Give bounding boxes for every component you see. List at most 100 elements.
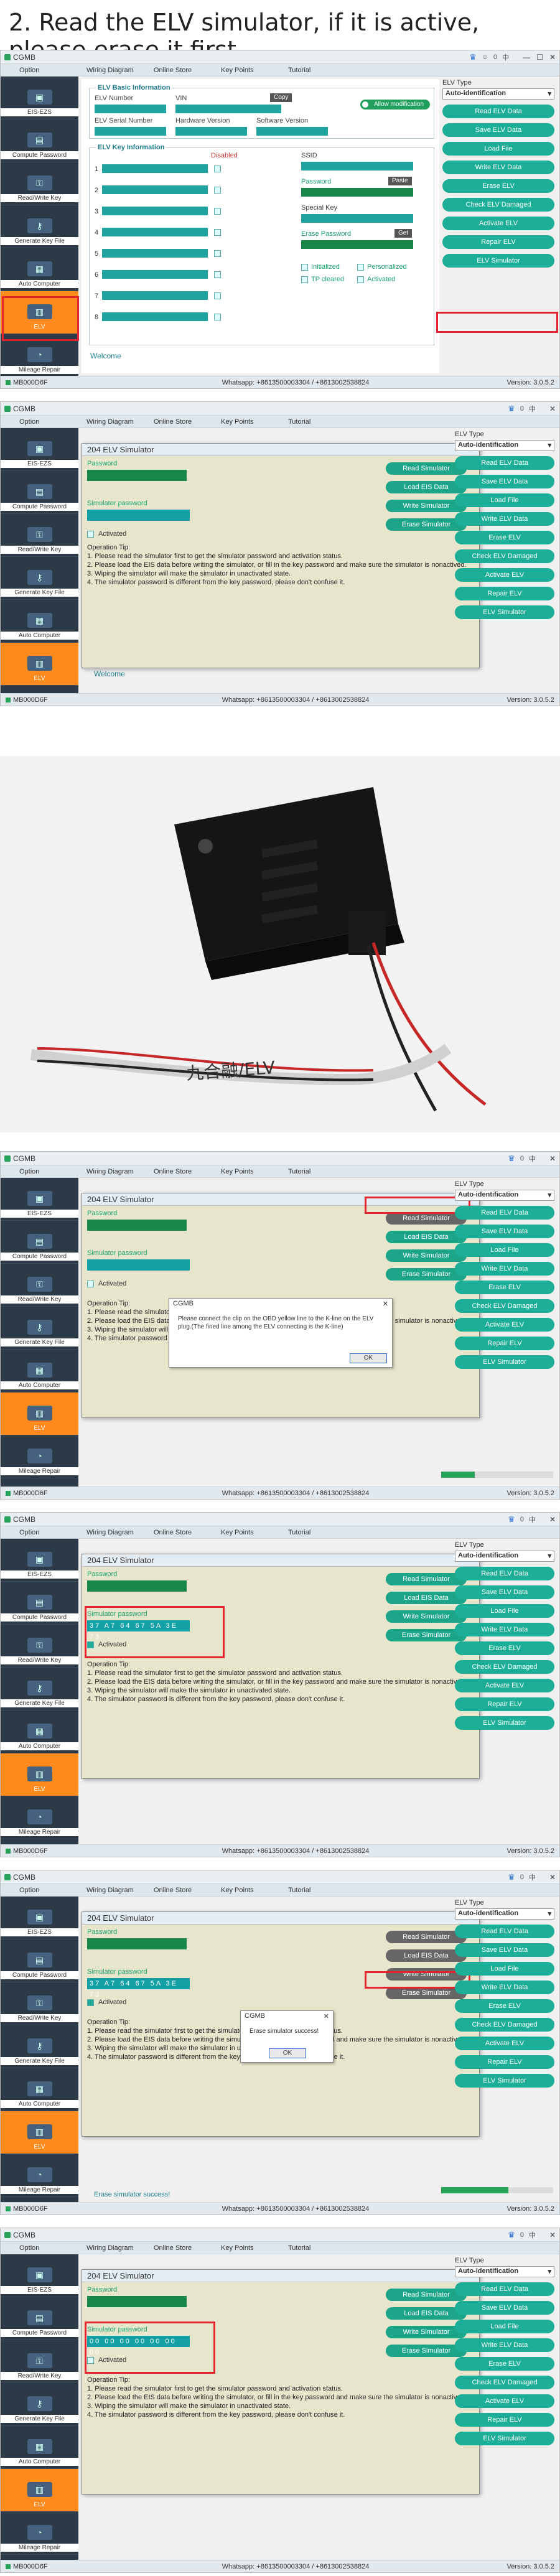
key-row-field[interactable] xyxy=(102,228,208,236)
screenshot-erase-success: CGMB ♛ 0 中 ✕ Option Wiring Diagram Online Stor… xyxy=(0,1870,560,2215)
user-icon[interactable]: ☺ xyxy=(482,54,488,61)
app-title: CGMB xyxy=(13,52,35,62)
special-key-field[interactable] xyxy=(301,214,413,223)
key-row-field[interactable] xyxy=(102,270,208,279)
connect-popup: CGMB ✕ Please connect the clip on the OBD… xyxy=(169,1298,393,1368)
menu-bar: Option Wiring Diagram Online Store Key P… xyxy=(1,64,559,77)
operation-tips: Operation Tip: 1. Please read the simula… xyxy=(87,544,467,586)
sidebar-item-generate-key-file[interactable]: ⚷ Generate Key File xyxy=(1,205,78,248)
close-icon[interactable]: ✕ xyxy=(549,2231,556,2239)
menu-option[interactable]: Option xyxy=(19,67,86,74)
sidebar: ▣ EIS-EZS ▤ Compute Password ⚿ Read/Write K… xyxy=(1,428,78,693)
erase-success-popup: CGMB ✕ Erase simulator success! OK xyxy=(240,2010,334,2063)
crown-icon[interactable]: ♛ xyxy=(469,52,477,62)
paste-button[interactable]: Paste xyxy=(388,177,412,185)
menu-tutorial[interactable]: Tutorial xyxy=(288,67,355,74)
disable-checkbox[interactable] xyxy=(214,250,221,257)
connector xyxy=(348,912,386,955)
dialog-title: 204 ELV Simulator xyxy=(87,445,154,454)
ssid-field[interactable] xyxy=(301,162,413,170)
key-icon: ⚿ xyxy=(27,175,52,190)
ok-button[interactable]: OK xyxy=(350,1353,387,1363)
close-icon[interactable]: ✕ xyxy=(549,1154,556,1163)
counter: 0 xyxy=(493,53,498,61)
close-icon[interactable]: ✕ xyxy=(549,1515,556,1524)
highlight-elv-sidebar xyxy=(2,296,79,341)
status-message: Erase simulator success! xyxy=(94,2191,170,2198)
elv-simulator-button[interactable]: ELV Simulator xyxy=(442,254,554,268)
minimize-icon[interactable]: — xyxy=(523,53,530,62)
activate-elv-button[interactable]: Activate ELV xyxy=(442,217,554,230)
disable-checkbox[interactable] xyxy=(214,166,221,172)
get-button[interactable]: Get xyxy=(394,229,413,238)
app-logo-icon xyxy=(4,54,11,60)
screenshot-simulator-erased: CGMB ♛ 0 中 ✕ Option Wiring Diagram Online Stor… xyxy=(0,2228,560,2573)
close-icon[interactable]: ✕ xyxy=(549,1873,556,1882)
title-bar: CGMB ♛ ☺ 0 中 — ☐ ✕ xyxy=(1,50,559,64)
disable-checkbox[interactable] xyxy=(214,271,221,278)
erase-password-field[interactable] xyxy=(301,240,413,249)
vin-field[interactable] xyxy=(175,105,281,113)
screenshot-simulator-read: CGMB ♛ 0 中 ✕ Option Wiring Diagram Online Stor… xyxy=(0,1512,560,1857)
crown-icon[interactable]: ♛ xyxy=(508,404,515,414)
app-logo-icon xyxy=(4,405,11,412)
key-row-field[interactable] xyxy=(102,185,208,194)
disable-checkbox[interactable] xyxy=(214,187,221,194)
highlight-simulator-password xyxy=(85,1606,225,1658)
activated-checkbox[interactable] xyxy=(87,531,94,538)
initialized-checkbox[interactable] xyxy=(301,264,308,271)
key-row-field[interactable] xyxy=(102,291,208,300)
simulator-password-field[interactable] xyxy=(87,510,190,521)
disable-checkbox[interactable] xyxy=(214,229,221,236)
key-row-field[interactable] xyxy=(102,312,208,321)
check-elv-damaged-button[interactable]: Check ELV Damaged xyxy=(442,198,554,212)
sidebar-item-read-write-key[interactable]: ⚿ Read/Write Key xyxy=(1,162,78,205)
computer-icon: ▦ xyxy=(27,261,52,276)
serial-field[interactable] xyxy=(95,127,166,136)
password-field[interactable] xyxy=(301,188,413,197)
welcome-text: Welcome xyxy=(90,352,121,360)
elv-type-select[interactable]: Auto-identification xyxy=(442,88,554,100)
sidebar-item-eis[interactable]: ▣ EIS-EZS xyxy=(1,77,78,119)
screenshot-simulator-empty: CGMB ♛ 0 中 ✕ Option Wiring Diagram Online Stor… xyxy=(0,401,560,706)
menu-wiring-diagram[interactable]: Wiring Diagram xyxy=(86,67,154,74)
maximize-icon[interactable]: ☐ xyxy=(536,53,543,62)
close-icon[interactable]: ✕ xyxy=(383,1300,388,1309)
key-file-icon: ⚷ xyxy=(27,218,52,233)
allow-modification-toggle[interactable]: Allow modification xyxy=(360,100,430,110)
ok-button[interactable]: OK xyxy=(269,2048,306,2058)
key-row-field[interactable] xyxy=(102,249,208,258)
close-icon[interactable]: ✕ xyxy=(549,404,556,413)
elv-module-image: 九合融/ELV xyxy=(0,756,560,1132)
key-row-field[interactable] xyxy=(102,207,208,215)
password-field[interactable] xyxy=(87,470,187,481)
write-elv-data-button[interactable]: Write ELV Data xyxy=(442,161,554,174)
menu-key-points[interactable]: Key Points xyxy=(221,67,288,74)
load-file-button[interactable]: Load File xyxy=(442,142,554,156)
sidebar-item-auto-computer[interactable]: ▦ Auto Computer xyxy=(1,248,78,291)
close-icon[interactable]: ✕ xyxy=(324,2012,329,2021)
disable-checkbox[interactable] xyxy=(214,208,221,215)
simulator-dialog: 204 ELV Simulator✕ Password Simulator pa… xyxy=(82,443,480,668)
hardware-field[interactable] xyxy=(175,127,247,136)
close-icon[interactable]: ✕ xyxy=(549,53,556,62)
disable-checkbox[interactable] xyxy=(214,292,221,299)
elv-number-field[interactable] xyxy=(95,105,166,113)
activated-checkbox[interactable] xyxy=(357,276,364,283)
password-icon: ▤ xyxy=(27,133,52,147)
key-row-field[interactable] xyxy=(102,164,208,173)
repair-elv-button[interactable]: Repair ELV xyxy=(442,235,554,249)
menu-online-store[interactable]: Online Store xyxy=(154,67,221,74)
disable-checkbox[interactable] xyxy=(214,314,221,320)
copy-button[interactable]: Copy xyxy=(270,93,292,102)
personalized-checkbox[interactable] xyxy=(357,264,364,271)
software-field[interactable] xyxy=(256,127,328,136)
erase-elv-button[interactable]: Erase ELV xyxy=(442,179,554,193)
elv-type-panel: ELV Type Auto-identification Read ELV Da… xyxy=(442,79,554,273)
tp-cleared-checkbox[interactable] xyxy=(301,276,308,283)
main-panel: ELV Basic Information ELV Number VIN Cop… xyxy=(82,79,439,373)
language-toggle[interactable]: 中 xyxy=(502,52,509,62)
save-elv-data-button[interactable]: Save ELV Data xyxy=(442,123,554,137)
sidebar-item-compute-password[interactable]: ▤ Compute Password xyxy=(1,119,78,162)
read-elv-data-button[interactable]: Read ELV Data xyxy=(442,105,554,118)
